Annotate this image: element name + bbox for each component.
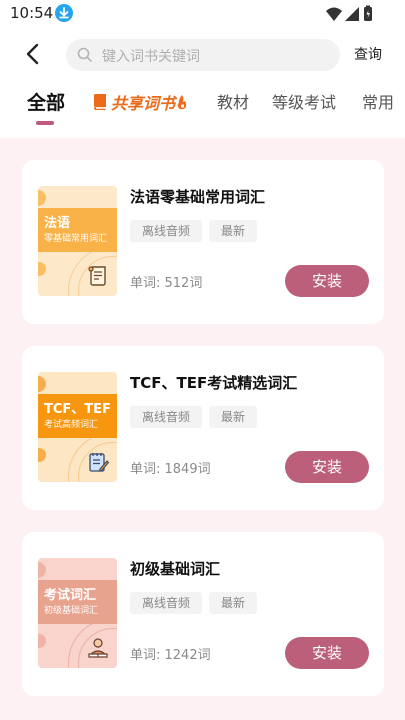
word-count: 单词: 1242词 bbox=[130, 648, 211, 663]
cover-title: 考试词汇 bbox=[44, 588, 97, 603]
cover-subtitle: 考试高频词汇 bbox=[44, 420, 99, 430]
tab-all[interactable]: 全部 bbox=[27, 88, 65, 115]
book-card[interactable]: 考试词汇 初级基础词汇 初级基础词汇 离线音频 最新 单词: 1242词 安装 bbox=[22, 532, 384, 696]
flame-icon bbox=[176, 94, 188, 110]
tag-offline-audio: 离线音频 bbox=[130, 592, 203, 614]
wifi-icon bbox=[326, 7, 342, 21]
tab-textbook[interactable]: 教材 bbox=[217, 89, 249, 113]
tab-featured-label: 共享词书 bbox=[111, 94, 176, 113]
book-title: 初级基础词汇 bbox=[130, 560, 221, 578]
cover-title: 法语 bbox=[44, 216, 71, 231]
tag-offline-audio: 离线音频 bbox=[130, 220, 203, 242]
status-bar: 10:54 bbox=[0, 0, 405, 28]
cover-subtitle: 初级基础词汇 bbox=[44, 606, 99, 616]
book-title: TCF、TEF考试精选词汇 bbox=[130, 374, 298, 392]
back-arrow-icon[interactable] bbox=[20, 40, 46, 68]
search-placeholder: 键入词书关键词 bbox=[102, 49, 200, 65]
install-button[interactable]: 安装 bbox=[285, 637, 369, 669]
header: 键入词书关键词 查询 bbox=[0, 28, 405, 80]
book-title: 法语零基础常用词汇 bbox=[130, 188, 266, 206]
cover-band: TCF、TEF 考试高频词汇 bbox=[38, 394, 117, 438]
cover-subtitle: 零基础常用词汇 bbox=[44, 234, 108, 244]
battery-icon bbox=[364, 5, 372, 21]
book-cover: 考试词汇 初级基础词汇 bbox=[38, 558, 117, 668]
search-input[interactable]: 键入词书关键词 bbox=[66, 39, 340, 71]
book-icon bbox=[92, 93, 108, 110]
book-card[interactable]: TCF、TEF 考试高频词汇 TCF、TEF考试精选词汇 离线音频 最新 单词:… bbox=[22, 346, 384, 510]
cover-band: 考试词汇 初级基础词汇 bbox=[38, 580, 117, 624]
tag-latest: 最新 bbox=[209, 592, 258, 614]
search-icon bbox=[76, 46, 94, 64]
scroll-icon bbox=[86, 264, 110, 288]
cover-band: 法语 零基础常用词汇 bbox=[38, 208, 117, 252]
tag-latest: 最新 bbox=[209, 220, 258, 242]
tag-latest: 最新 bbox=[209, 406, 258, 428]
tab-common[interactable]: 常用 bbox=[362, 89, 394, 113]
cover-title: TCF、TEF bbox=[44, 402, 111, 417]
book-cover: 法语 零基础常用词汇 bbox=[38, 186, 117, 296]
notepad-icon bbox=[86, 450, 110, 474]
word-count: 单词: 512词 bbox=[130, 276, 203, 291]
install-button[interactable]: 安装 bbox=[285, 451, 369, 483]
book-card[interactable]: 法语 零基础常用词汇 法语零基础常用词汇 离线音频 最新 单词: 512词 安装 bbox=[22, 160, 384, 324]
query-button[interactable]: 查询 bbox=[354, 44, 382, 64]
download-icon bbox=[55, 4, 73, 22]
reader-icon bbox=[86, 636, 110, 660]
tag-offline-audio: 离线音频 bbox=[130, 406, 203, 428]
signal-icon bbox=[345, 7, 359, 21]
status-icons bbox=[325, 5, 375, 23]
category-tabs: 全部 共享词书 教材 等级考试 常用 bbox=[0, 80, 405, 132]
tab-grade-exam[interactable]: 等级考试 bbox=[272, 89, 336, 113]
word-count: 单词: 1849词 bbox=[130, 462, 211, 477]
book-cover: TCF、TEF 考试高频词汇 bbox=[38, 372, 117, 482]
book-list: 法语 零基础常用词汇 法语零基础常用词汇 离线音频 最新 单词: 512词 安装… bbox=[0, 138, 405, 720]
install-button[interactable]: 安装 bbox=[285, 265, 369, 297]
active-tab-indicator bbox=[36, 121, 54, 125]
status-time: 10:54 bbox=[10, 4, 54, 22]
